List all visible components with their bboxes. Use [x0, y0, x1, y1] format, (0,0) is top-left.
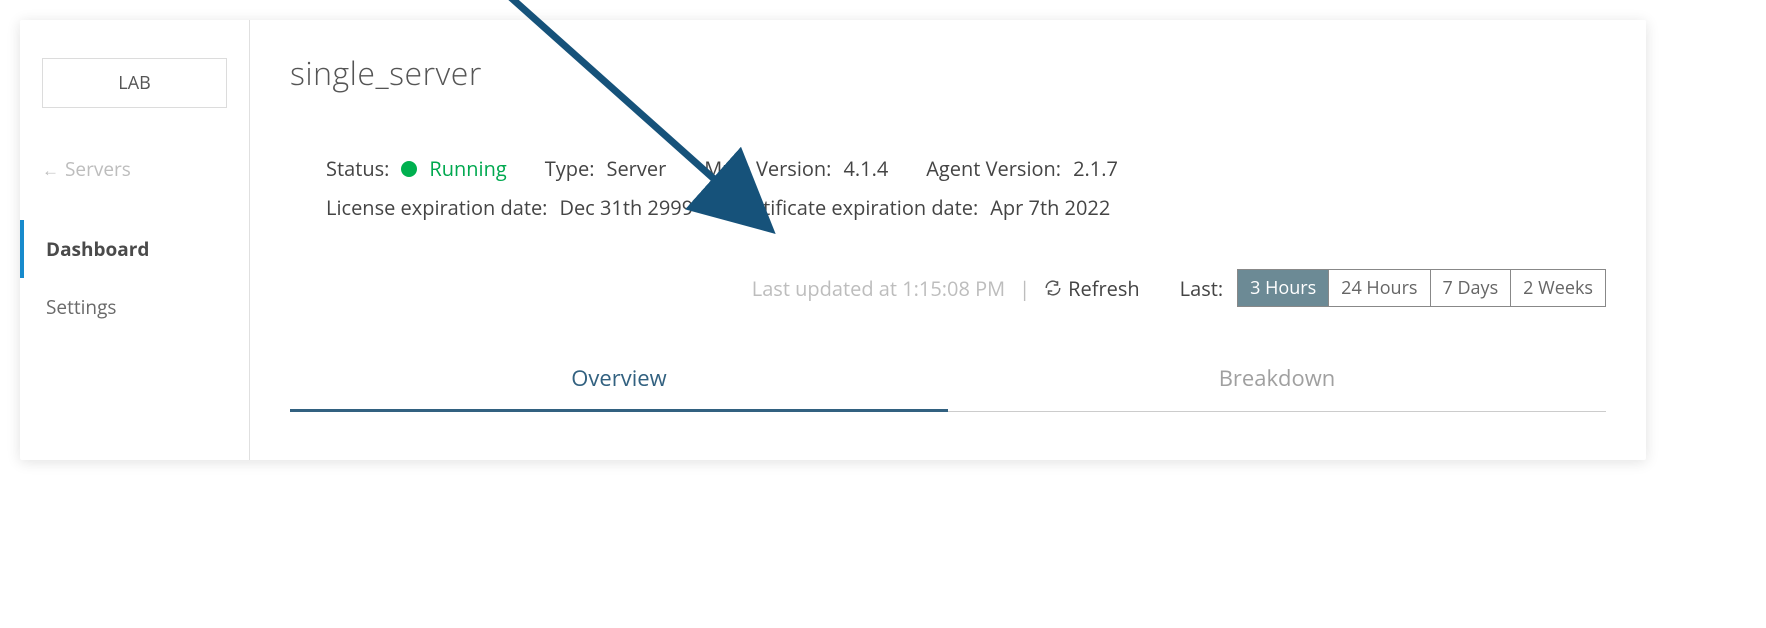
sidebar-item-dashboard[interactable]: Dashboard: [20, 220, 249, 278]
license-expiration-value: Dec 31th 2999: [559, 194, 693, 221]
main-content: single_server Status: Running Type: Serv…: [250, 20, 1646, 460]
type-value: Server: [606, 155, 666, 182]
type-field: Type: Server: [545, 155, 667, 182]
refresh-button[interactable]: Refresh: [1044, 275, 1140, 302]
back-label: Servers: [65, 156, 131, 182]
range-label: Last:: [1180, 275, 1223, 302]
certificate-expiration-field: Certificate expiration date: Apr 7th 202…: [731, 194, 1110, 221]
certificate-expiration-label: Certificate expiration date:: [731, 194, 978, 221]
refresh-icon: [1044, 279, 1062, 297]
mule-version-field: Mule Version: 4.1.4: [704, 155, 888, 182]
page-title: single_server: [290, 52, 1606, 95]
license-expiration-label: License expiration date:: [326, 194, 547, 221]
mule-version-value: 4.1.4: [843, 155, 888, 182]
last-updated-text: Last updated at 1:15:08 PM: [752, 275, 1005, 302]
agent-version-value: 2.1.7: [1073, 155, 1118, 182]
range-7-days[interactable]: 7 Days: [1431, 270, 1512, 306]
tab-overview[interactable]: Overview: [290, 347, 948, 412]
arrow-left-icon: ←: [42, 158, 59, 181]
status-label: Status:: [326, 155, 389, 182]
agent-version-label: Agent Version:: [926, 155, 1061, 182]
agent-version-field: Agent Version: 2.1.7: [926, 155, 1118, 182]
range-24-hours[interactable]: 24 Hours: [1329, 270, 1430, 306]
server-details-row-1: Status: Running Type: Server Mule Versio…: [326, 155, 1606, 182]
sidebar-item-settings[interactable]: Settings: [20, 278, 249, 336]
tab-breakdown[interactable]: Breakdown: [948, 347, 1606, 411]
license-expiration-field: License expiration date: Dec 31th 2999: [326, 194, 693, 221]
server-details-row-2: License expiration date: Dec 31th 2999 C…: [326, 194, 1606, 221]
detail-tabs: Overview Breakdown: [290, 347, 1606, 412]
time-range-toggle: 3 Hours 24 Hours 7 Days 2 Weeks: [1237, 269, 1606, 307]
refresh-bar: Last updated at 1:15:08 PM | Refresh Las…: [290, 269, 1606, 307]
status-value: Running: [429, 155, 506, 182]
status-dot-icon: [401, 161, 417, 177]
status-field: Status: Running: [326, 155, 507, 182]
back-to-servers-link[interactable]: ← Servers: [20, 156, 249, 220]
certificate-expiration-value: Apr 7th 2022: [990, 194, 1110, 221]
app-shell: LAB ← Servers Dashboard Settings single_…: [20, 20, 1646, 460]
sidebar: LAB ← Servers Dashboard Settings: [20, 20, 250, 460]
range-3-hours[interactable]: 3 Hours: [1238, 270, 1329, 306]
mule-version-label: Mule Version:: [704, 155, 831, 182]
type-label: Type:: [545, 155, 595, 182]
range-2-weeks[interactable]: 2 Weeks: [1511, 270, 1605, 306]
separator: |: [1019, 275, 1030, 302]
refresh-label: Refresh: [1068, 275, 1140, 302]
environment-selector[interactable]: LAB: [42, 58, 227, 108]
